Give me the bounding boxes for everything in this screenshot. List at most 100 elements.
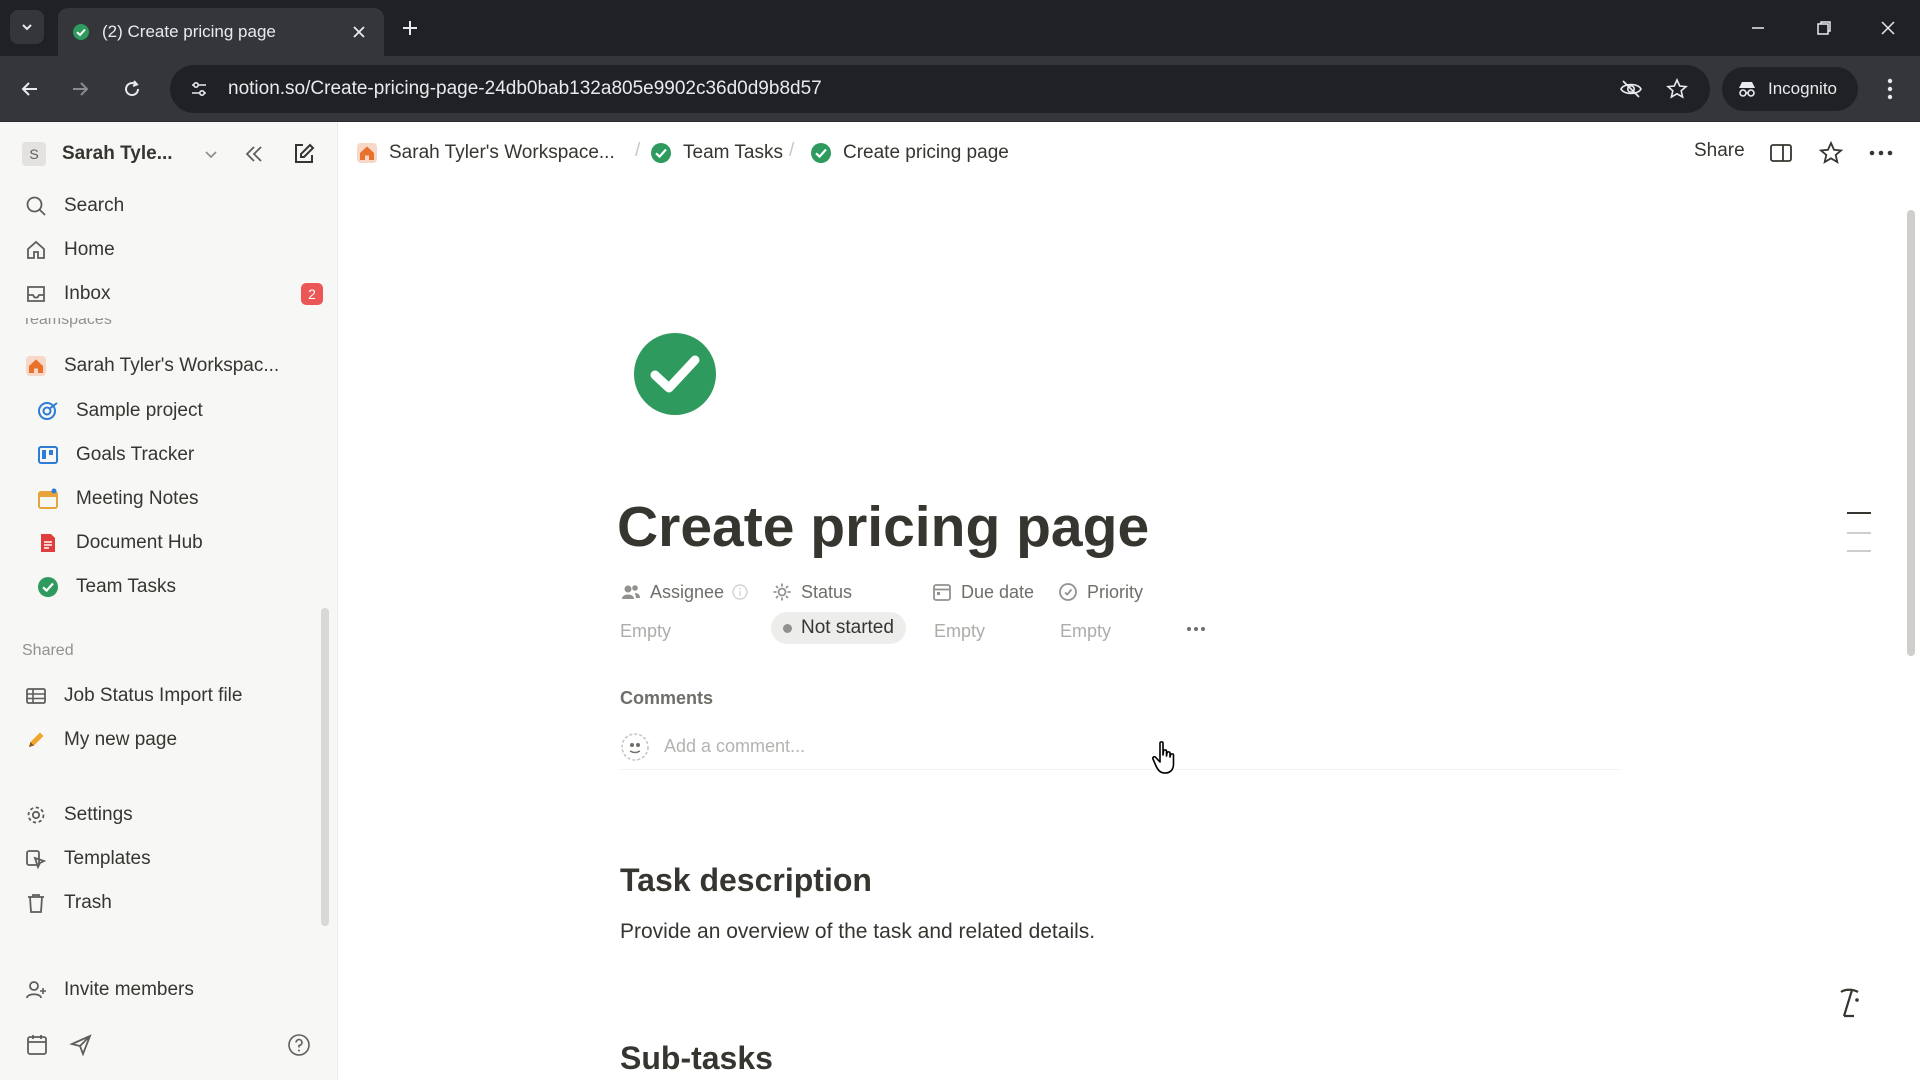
more-properties-button[interactable] — [1181, 616, 1211, 642]
new-tab-button[interactable] — [396, 14, 424, 42]
toc-marker[interactable] — [1847, 532, 1871, 534]
reload-icon — [125, 80, 140, 97]
restore-window-button[interactable] — [1804, 12, 1844, 44]
status-value[interactable]: Not started — [771, 612, 906, 644]
sidebar-item-sample-project[interactable]: Sample project — [34, 391, 323, 431]
sidebar-item-label: Team Tasks — [76, 576, 176, 597]
sidebar-item-label: Goals Tracker — [76, 444, 195, 465]
priority-icon — [1059, 583, 1077, 601]
sidebar-item-templates[interactable]: Templates — [22, 839, 323, 879]
sidebar-item-trash[interactable]: Trash — [22, 883, 323, 923]
check-circle-icon[interactable] — [633, 332, 717, 416]
sidebar-item-team-tasks[interactable]: Team Tasks — [34, 567, 323, 607]
help-button[interactable] — [284, 1030, 314, 1060]
sidebar-item-home[interactable]: Home — [22, 230, 323, 270]
site-info-button[interactable] — [186, 76, 212, 102]
target-icon — [38, 402, 58, 420]
sidebar-item-label: Job Status Import file — [64, 685, 243, 706]
workspace-switcher[interactable]: S Sarah Tyle... — [22, 138, 219, 170]
calendar-icon — [38, 488, 58, 509]
incognito-icon — [1739, 82, 1755, 97]
task-description-text[interactable]: Provide an overview of the task and rela… — [620, 920, 1095, 944]
property-priority[interactable]: Priority — [1057, 577, 1143, 607]
sidebar-item-invite-members[interactable]: Invite members — [22, 970, 323, 1010]
sidebar-item-meeting-notes[interactable]: Meeting Notes — [34, 479, 323, 519]
property-label: Due date — [961, 581, 1035, 602]
due-date-value[interactable]: Empty — [934, 616, 985, 646]
page-scrollbar[interactable] — [1907, 210, 1915, 656]
incognito-indicator[interactable]: Incognito — [1722, 67, 1858, 111]
close-window-button[interactable] — [1868, 12, 1908, 44]
breadcrumb-team-tasks[interactable]: Team Tasks — [649, 138, 783, 168]
property-status[interactable]: Status — [771, 577, 852, 607]
page-title[interactable]: Create pricing page — [617, 494, 1149, 560]
tab-close-button[interactable] — [348, 21, 370, 43]
comments-heading: Comments — [620, 688, 714, 708]
breadcrumb-workspace[interactable]: Sarah Tyler's Workspace... — [355, 138, 615, 168]
ai-face-icon — [1840, 988, 1859, 1018]
plus-icon — [403, 21, 417, 35]
ai-assistant-button[interactable] — [1827, 982, 1871, 1026]
browser-tab-bar: (2) Create pricing page — [0, 0, 1920, 56]
favorite-button[interactable] — [1815, 137, 1847, 169]
sidebar-item-label: Inbox — [64, 283, 111, 304]
breadcrumb-current-page[interactable]: Create pricing page — [809, 138, 1009, 168]
task-description-heading[interactable]: Task description — [620, 862, 872, 899]
sidebar-scrollbar[interactable] — [321, 608, 329, 926]
gear-icon — [27, 806, 45, 824]
priority-value[interactable]: Empty — [1060, 616, 1111, 646]
sidebar-item-inbox[interactable]: Inbox 2 — [22, 274, 323, 314]
share-button[interactable]: Share — [1694, 140, 1745, 162]
more-vertical-icon — [1887, 78, 1893, 100]
toc-marker[interactable] — [1847, 550, 1871, 552]
star-icon — [1666, 78, 1688, 99]
property-assignee[interactable]: Assignee — [620, 577, 748, 607]
page-more-button[interactable] — [1865, 137, 1897, 169]
eye-off-icon — [1620, 80, 1642, 98]
assignee-value[interactable]: Empty — [620, 616, 671, 646]
side-peek-button[interactable] — [1765, 137, 1797, 169]
reload-button[interactable] — [116, 73, 148, 105]
browser-menu-button[interactable] — [1874, 73, 1906, 105]
address-bar[interactable]: notion.so/Create-pricing-page-24db0bab13… — [170, 65, 1710, 113]
collapse-sidebar-button[interactable] — [240, 140, 268, 168]
restore-icon — [1817, 21, 1831, 35]
info-icon — [732, 584, 748, 600]
subtasks-heading[interactable]: Sub-tasks — [620, 1040, 773, 1080]
breadcrumb-label: Sarah Tyler's Workspace... — [389, 142, 615, 163]
back-button[interactable] — [14, 73, 46, 105]
sidebar-item-workspace[interactable]: Sarah Tyler's Workspac... — [22, 346, 323, 386]
hand-cursor-icon — [1152, 741, 1175, 774]
teamspaces-section-label: Teamspaces — [22, 318, 112, 328]
sidebar-item-goals-tracker[interactable]: Goals Tracker — [34, 435, 323, 475]
comment-composer[interactable] — [620, 724, 1620, 770]
incognito-label: Incognito — [1768, 79, 1837, 98]
url-text[interactable]: notion.so/Create-pricing-page-24db0bab13… — [228, 78, 1602, 100]
calendar-app-button[interactable] — [22, 1030, 52, 1060]
check-circle-icon — [73, 24, 89, 40]
minimize-window-button[interactable] — [1738, 12, 1778, 44]
workspace-name: Sarah Tyle... — [62, 143, 173, 164]
sidebar-item-job-status-import[interactable]: Job Status Import file — [22, 676, 323, 716]
tracking-protection-button[interactable] — [1614, 72, 1648, 106]
comment-input[interactable] — [664, 736, 1064, 757]
bookmark-star-button[interactable] — [1660, 72, 1694, 106]
mail-app-button[interactable] — [66, 1030, 96, 1060]
arrow-left-icon — [21, 82, 37, 96]
toc-marker-active[interactable] — [1847, 512, 1871, 514]
sidebar-item-document-hub[interactable]: Document Hub — [34, 523, 323, 563]
calendar-app-icon — [27, 1035, 47, 1055]
star-icon — [1819, 141, 1843, 164]
sidebar-item-settings[interactable]: Settings — [22, 795, 323, 835]
property-due-date[interactable]: Due date — [931, 577, 1034, 607]
sidebar-panel-icon — [1770, 144, 1792, 162]
browser-tab-active[interactable]: (2) Create pricing page — [58, 8, 384, 56]
tab-search-button[interactable] — [10, 10, 44, 44]
new-page-button[interactable] — [290, 140, 318, 168]
sidebar-item-my-new-page[interactable]: My new page — [22, 720, 323, 760]
forward-button[interactable] — [64, 73, 96, 105]
sidebar-item-search[interactable]: Search — [22, 186, 323, 226]
table-icon — [26, 688, 46, 704]
sidebar-item-label: Settings — [64, 804, 133, 825]
workspace-avatar: S — [22, 142, 46, 166]
